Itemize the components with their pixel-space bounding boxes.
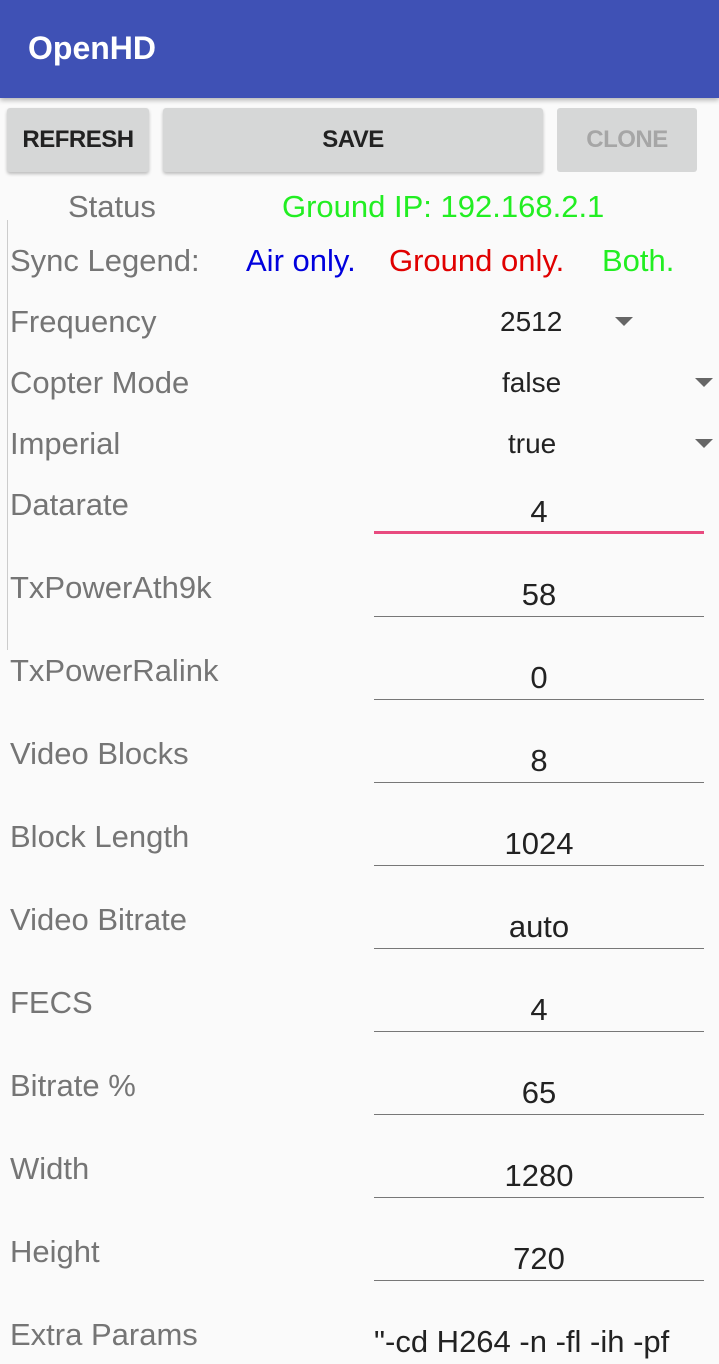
block-length-input[interactable]: 1024	[374, 826, 704, 866]
datarate-input[interactable]: 4	[374, 494, 704, 534]
status-label: Status	[68, 189, 156, 224]
legend-ground: Ground only.	[389, 243, 565, 278]
status-value: Ground IP: 192.168.2.1	[282, 189, 605, 224]
save-button[interactable]: SAVE	[163, 108, 543, 172]
datarate-label: Datarate	[10, 487, 129, 522]
dropdown-arrow-icon	[615, 317, 633, 326]
bitrate-percent-input[interactable]: 65	[374, 1075, 704, 1115]
video-bitrate-label: Video Bitrate	[10, 902, 187, 937]
height-label: Height	[10, 1234, 100, 1269]
fecs-input[interactable]: 4	[374, 992, 704, 1032]
copter-mode-value: false	[502, 367, 562, 398]
txpower-ath9k-label: TxPowerAth9k	[10, 570, 212, 605]
width-input[interactable]: 1280	[374, 1158, 704, 1198]
height-input[interactable]: 720	[374, 1241, 704, 1281]
clone-button[interactable]: CLONE	[557, 108, 697, 172]
bitrate-percent-label: Bitrate %	[10, 1068, 136, 1103]
scroll-edge	[7, 220, 9, 650]
sync-legend-label: Sync Legend:	[10, 243, 200, 278]
txpower-ralink-label: TxPowerRalink	[10, 653, 219, 688]
imperial-label: Imperial	[10, 426, 121, 461]
txpower-ralink-input[interactable]: 0	[374, 660, 704, 700]
dropdown-arrow-icon	[695, 378, 713, 387]
app-bar: OpenHD	[0, 0, 719, 98]
extra-params-input[interactable]: "-cd H264 -n -fl -ih -pf	[374, 1324, 704, 1364]
frequency-label: Frequency	[10, 304, 157, 339]
video-blocks-label: Video Blocks	[10, 736, 189, 771]
dropdown-arrow-icon	[695, 439, 713, 448]
legend-air: Air only.	[246, 243, 356, 278]
fecs-label: FECS	[10, 985, 93, 1020]
video-blocks-input[interactable]: 8	[374, 743, 704, 783]
width-label: Width	[10, 1151, 90, 1186]
legend-both: Both.	[602, 243, 675, 278]
copter-mode-label: Copter Mode	[10, 365, 190, 400]
video-bitrate-input[interactable]: auto	[374, 909, 704, 949]
imperial-value: true	[508, 428, 557, 459]
block-length-label: Block Length	[10, 819, 190, 854]
frequency-value: 2512	[500, 306, 563, 337]
app-title: OpenHD	[28, 30, 156, 66]
txpower-ath9k-input[interactable]: 58	[374, 577, 704, 617]
refresh-button[interactable]: REFRESH	[7, 108, 149, 172]
